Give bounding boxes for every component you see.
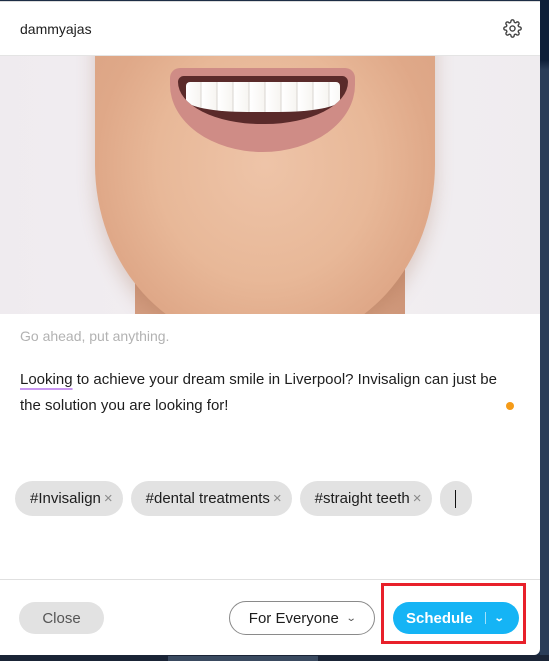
hashtag-chip[interactable]: #straight teeth × — [299, 481, 432, 516]
image-teeth — [186, 82, 340, 112]
close-icon[interactable]: × — [104, 490, 113, 507]
close-icon[interactable]: × — [273, 490, 282, 507]
audience-label: For Everyone — [248, 609, 339, 627]
close-icon[interactable]: × — [413, 490, 422, 507]
hashtag-chip[interactable]: #dental treatments × — [130, 481, 292, 516]
spellcheck-flagged-word[interactable]: Looking — [20, 371, 73, 388]
button-divider — [484, 612, 486, 624]
post-text-body: to achieve your dream smile in Liverpool… — [20, 371, 497, 414]
schedule-button[interactable]: Schedule ⌄ — [393, 602, 519, 634]
hashtag-label: #Invisalign — [30, 490, 101, 507]
background-taskbar — [0, 655, 549, 661]
composer-body[interactable]: Go ahead, put anything. Looking to achie… — [0, 328, 540, 419]
status-dot-icon — [506, 402, 514, 410]
audience-dropdown[interactable]: For Everyone ⌄ — [229, 601, 375, 635]
gear-icon[interactable] — [502, 19, 522, 39]
schedule-label: Schedule — [406, 609, 473, 627]
composer-footer: Close For Everyone ⌄ Schedule ⌄ — [0, 579, 540, 655]
hashtag-label: #straight teeth — [314, 490, 410, 507]
post-composer-card: dammyajas Go ahead, put anything. Lookin… — [0, 1, 540, 655]
composer-placeholder: Go ahead, put anything. — [20, 328, 170, 344]
scrollbar[interactable] — [168, 656, 318, 661]
composer-header: dammyajas — [0, 2, 540, 56]
close-button[interactable]: Close — [19, 602, 104, 634]
background-app — [540, 0, 549, 661]
account-username: dammyajas — [20, 20, 92, 37]
hashtag-input[interactable] — [439, 481, 472, 516]
chevron-down-icon: ⌄ — [345, 612, 357, 624]
post-image[interactable] — [0, 56, 540, 314]
text-caret — [454, 490, 456, 508]
chevron-down-icon[interactable]: ⌄ — [493, 613, 504, 624]
hashtag-list: #Invisalign × #dental treatments × #stra… — [15, 481, 525, 516]
hashtag-label: #dental treatments — [145, 490, 270, 507]
hashtag-chip[interactable]: #Invisalign × — [15, 481, 123, 516]
post-text-editor[interactable]: Looking to achieve your dream smile in L… — [20, 367, 520, 419]
